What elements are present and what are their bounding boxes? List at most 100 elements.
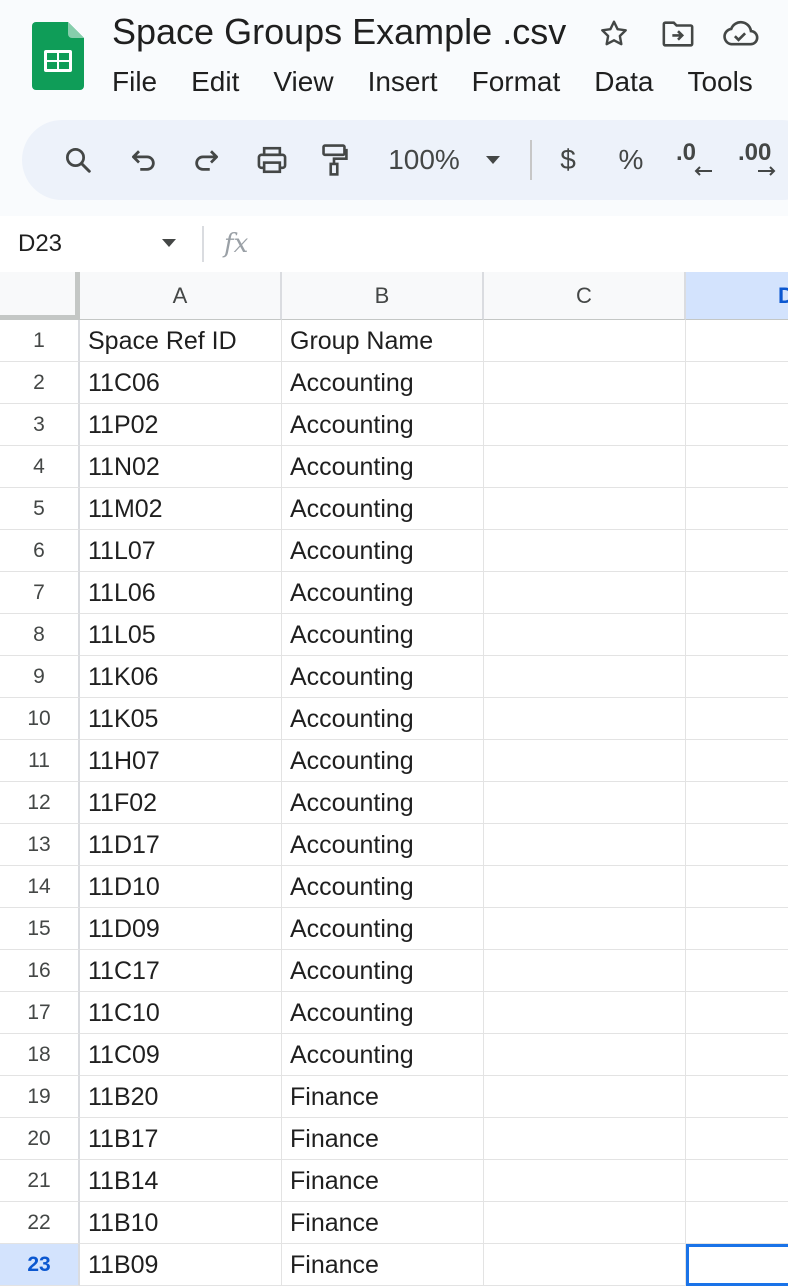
cell-d[interactable] xyxy=(686,866,788,908)
row-header[interactable]: 11 xyxy=(0,740,80,782)
cell-d[interactable] xyxy=(686,656,788,698)
cell-b[interactable]: Finance xyxy=(282,1160,484,1202)
cell-c[interactable] xyxy=(484,1244,686,1286)
row-header[interactable]: 18 xyxy=(0,1034,80,1076)
cell-b[interactable]: Accounting xyxy=(282,698,484,740)
row-header[interactable]: 15 xyxy=(0,908,80,950)
column-header-c[interactable]: C xyxy=(484,272,686,320)
cell-b[interactable]: Accounting xyxy=(282,614,484,656)
row-header[interactable]: 16 xyxy=(0,950,80,992)
cell-d[interactable] xyxy=(686,992,788,1034)
cell-c[interactable] xyxy=(484,404,686,446)
cell-a[interactable]: 11D09 xyxy=(80,908,282,950)
cell-b[interactable]: Finance xyxy=(282,1202,484,1244)
cell-c[interactable] xyxy=(484,1034,686,1076)
cell-d[interactable] xyxy=(686,320,788,362)
cell-b[interactable]: Accounting xyxy=(282,404,484,446)
row-header[interactable]: 13 xyxy=(0,824,80,866)
cell-d[interactable] xyxy=(686,572,788,614)
sheets-logo-icon[interactable] xyxy=(32,22,84,95)
menu-format[interactable]: Format xyxy=(472,62,561,102)
cell-d[interactable] xyxy=(686,530,788,572)
print-icon[interactable] xyxy=(250,140,294,180)
cell-a[interactable]: 11C10 xyxy=(80,992,282,1034)
row-header[interactable]: 12 xyxy=(0,782,80,824)
cell-d[interactable] xyxy=(686,1076,788,1118)
undo-icon[interactable] xyxy=(124,140,164,180)
cell-b[interactable]: Finance xyxy=(282,1244,484,1286)
cell-a[interactable]: 11B09 xyxy=(80,1244,282,1286)
cell-c[interactable] xyxy=(484,908,686,950)
cell-a[interactable]: 11C06 xyxy=(80,362,282,404)
row-header[interactable]: 17 xyxy=(0,992,80,1034)
cell-c[interactable] xyxy=(484,1160,686,1202)
cell-d[interactable] xyxy=(686,446,788,488)
cell-a[interactable]: Space Ref ID xyxy=(80,320,282,362)
cell-c[interactable] xyxy=(484,950,686,992)
cell-a[interactable]: 11K05 xyxy=(80,698,282,740)
cell-a[interactable]: 11C09 xyxy=(80,1034,282,1076)
row-header[interactable]: 8 xyxy=(0,614,80,656)
cell-c[interactable] xyxy=(484,782,686,824)
cell-a[interactable]: 11B20 xyxy=(80,1076,282,1118)
cell-a[interactable]: 11B14 xyxy=(80,1160,282,1202)
cell-b[interactable]: Accounting xyxy=(282,656,484,698)
decrease-decimal-button[interactable]: .0 xyxy=(676,140,720,180)
cell-c[interactable] xyxy=(484,362,686,404)
cell-c[interactable] xyxy=(484,446,686,488)
menu-insert[interactable]: Insert xyxy=(368,62,438,102)
row-header[interactable]: 5 xyxy=(0,488,80,530)
name-box[interactable]: D23 xyxy=(18,226,62,262)
cell-c[interactable] xyxy=(484,824,686,866)
cell-b[interactable]: Accounting xyxy=(282,740,484,782)
cell-d[interactable] xyxy=(686,488,788,530)
cell-d[interactable] xyxy=(686,614,788,656)
name-box-dropdown-icon[interactable] xyxy=(160,236,178,254)
cell-c[interactable] xyxy=(484,1118,686,1160)
cell-a[interactable]: 11B10 xyxy=(80,1202,282,1244)
row-header[interactable]: 21 xyxy=(0,1160,80,1202)
cloud-saved-icon[interactable] xyxy=(720,14,760,54)
cell-b[interactable]: Finance xyxy=(282,1076,484,1118)
cell-a[interactable]: 11L06 xyxy=(80,572,282,614)
row-header[interactable]: 4 xyxy=(0,446,80,488)
row-header[interactable]: 22 xyxy=(0,1202,80,1244)
cell-b[interactable]: Accounting xyxy=(282,530,484,572)
cell-d[interactable] xyxy=(686,950,788,992)
cell-c[interactable] xyxy=(484,488,686,530)
column-header-b[interactable]: B xyxy=(282,272,484,320)
cell-b[interactable]: Accounting xyxy=(282,488,484,530)
cell-c[interactable] xyxy=(484,1076,686,1118)
cell-b[interactable]: Accounting xyxy=(282,362,484,404)
cell-d[interactable] xyxy=(686,1202,788,1244)
cell-d[interactable] xyxy=(686,698,788,740)
menu-file[interactable]: File xyxy=(112,62,157,102)
cell-c[interactable] xyxy=(484,740,686,782)
menu-tools[interactable]: Tools xyxy=(687,62,752,102)
cell-d[interactable] xyxy=(686,782,788,824)
active-cell[interactable] xyxy=(686,1244,788,1286)
row-header[interactable]: 14 xyxy=(0,866,80,908)
column-header-a[interactable]: A xyxy=(80,272,282,320)
increase-decimal-button[interactable]: .00 xyxy=(738,140,788,180)
row-header[interactable]: 20 xyxy=(0,1118,80,1160)
cell-a[interactable]: 11K06 xyxy=(80,656,282,698)
cell-a[interactable]: 11M02 xyxy=(80,488,282,530)
row-header[interactable]: 6 xyxy=(0,530,80,572)
select-all-corner[interactable] xyxy=(0,272,80,320)
cell-b[interactable]: Accounting xyxy=(282,992,484,1034)
cell-d[interactable] xyxy=(686,1118,788,1160)
cell-b[interactable]: Accounting xyxy=(282,782,484,824)
cell-b[interactable]: Accounting xyxy=(282,572,484,614)
column-header-d[interactable]: D xyxy=(686,272,788,320)
cell-b[interactable]: Accounting xyxy=(282,446,484,488)
cell-c[interactable] xyxy=(484,698,686,740)
row-header[interactable]: 19 xyxy=(0,1076,80,1118)
cell-b[interactable]: Accounting xyxy=(282,908,484,950)
currency-format-button[interactable]: $ xyxy=(554,140,582,180)
cell-a[interactable]: 11H07 xyxy=(80,740,282,782)
row-header[interactable]: 10 xyxy=(0,698,80,740)
cell-a[interactable]: 11D17 xyxy=(80,824,282,866)
percent-format-button[interactable]: % xyxy=(616,140,646,180)
row-header[interactable]: 7 xyxy=(0,572,80,614)
